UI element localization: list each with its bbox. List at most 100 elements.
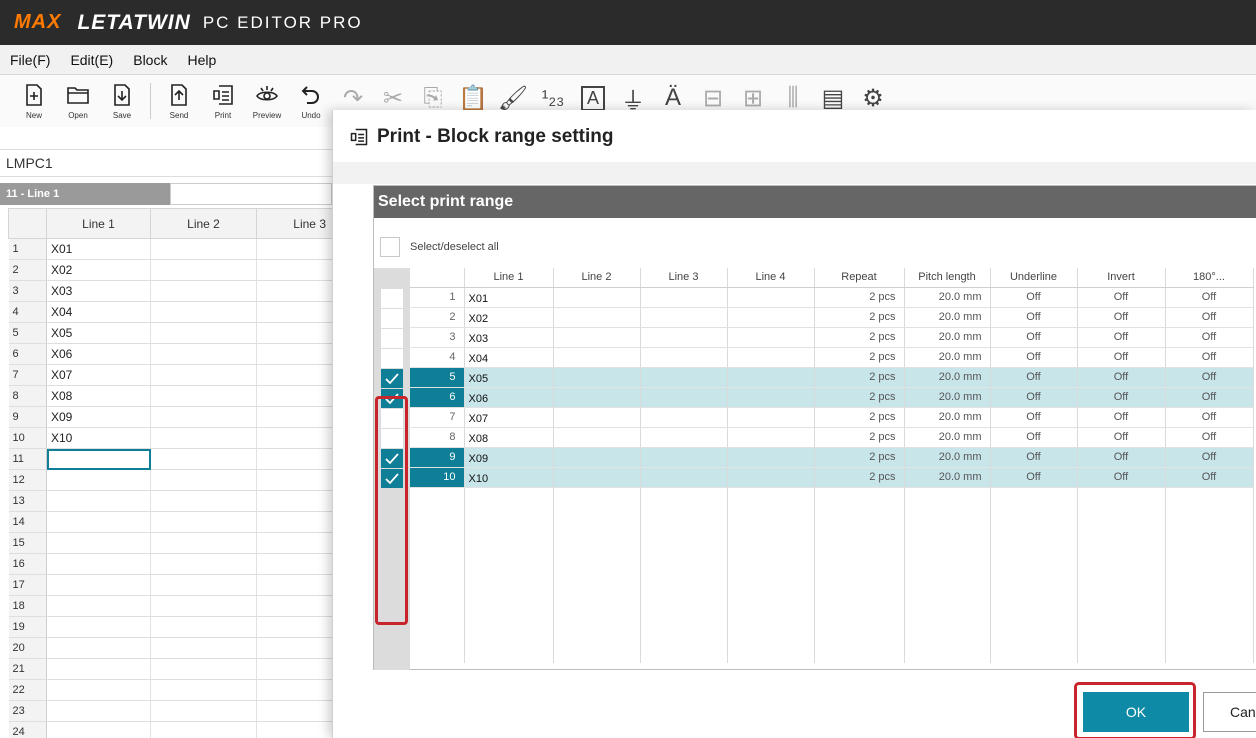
- block-icon[interactable]: ▤: [813, 83, 853, 113]
- editor-cell[interactable]: [256, 427, 333, 449]
- editor-cell[interactable]: X03: [46, 280, 151, 302]
- ok-button[interactable]: OK: [1083, 692, 1189, 732]
- editor-col-header[interactable]: Line 2: [150, 208, 257, 239]
- editor-cell[interactable]: [256, 700, 333, 722]
- editor-cell[interactable]: [256, 238, 333, 260]
- editor-cell[interactable]: [46, 511, 151, 533]
- editor-cell[interactable]: [256, 616, 333, 638]
- menu-block[interactable]: Block: [133, 52, 167, 68]
- editor-cell[interactable]: [150, 679, 257, 701]
- editor-cell[interactable]: [256, 658, 333, 680]
- editor-cell[interactable]: [150, 427, 257, 449]
- redo-icon[interactable]: ↷: [333, 83, 373, 113]
- range-row[interactable]: 6 X06 2 pcs 20.0 mm Off Off Off: [410, 387, 1254, 408]
- range-row[interactable]: 4 X04 2 pcs 20.0 mm Off Off Off: [410, 347, 1254, 368]
- editor-cell[interactable]: [256, 574, 333, 596]
- column-icon[interactable]: ⫼: [773, 83, 813, 113]
- menu-file[interactable]: File(F): [10, 52, 50, 68]
- editor-cell[interactable]: [150, 364, 257, 386]
- send-button[interactable]: Send: [157, 83, 201, 120]
- editor-cell[interactable]: [150, 553, 257, 575]
- editor-cell[interactable]: [150, 595, 257, 617]
- editor-cell[interactable]: [256, 532, 333, 554]
- editor-cell[interactable]: X05: [46, 322, 151, 344]
- cancel-button[interactable]: Cancel: [1203, 692, 1256, 732]
- text-frame-icon[interactable]: A: [573, 83, 613, 113]
- editor-cell[interactable]: [256, 595, 333, 617]
- print-button[interactable]: Print: [201, 83, 245, 120]
- editor-cell[interactable]: [256, 280, 333, 302]
- editor-cell[interactable]: [256, 406, 333, 428]
- editor-cell[interactable]: [46, 595, 151, 617]
- cut-icon[interactable]: ✂: [373, 83, 413, 113]
- editor-cell[interactable]: [46, 553, 151, 575]
- editor-cell[interactable]: X10: [46, 427, 151, 449]
- cell-content-input[interactable]: [170, 183, 332, 205]
- editor-cell[interactable]: [256, 259, 333, 281]
- insert-row-icon[interactable]: ⊟: [693, 83, 733, 113]
- editor-cell[interactable]: [46, 574, 151, 596]
- editor-cell[interactable]: [46, 658, 151, 680]
- editor-cell[interactable]: [46, 616, 151, 638]
- editor-cell[interactable]: [256, 385, 333, 407]
- editor-cell[interactable]: [150, 574, 257, 596]
- paste-icon[interactable]: 📋: [453, 83, 493, 113]
- editor-cell[interactable]: X09: [46, 406, 151, 428]
- preview-button[interactable]: Preview: [245, 83, 289, 120]
- editor-cell[interactable]: [256, 721, 333, 738]
- format-painter-icon[interactable]: 🖌: [493, 83, 533, 113]
- editor-cell[interactable]: [46, 490, 151, 512]
- range-row[interactable]: 9 X09 2 pcs 20.0 mm Off Off Off: [410, 447, 1254, 468]
- editor-cell[interactable]: [46, 637, 151, 659]
- editor-cell[interactable]: [150, 511, 257, 533]
- editor-cell[interactable]: [256, 679, 333, 701]
- undo-button[interactable]: Undo: [289, 83, 333, 120]
- serial-number-icon[interactable]: ¹₂₃: [533, 83, 573, 113]
- editor-col-header[interactable]: Line 3: [256, 208, 333, 239]
- range-row[interactable]: 1 X01 2 pcs 20.0 mm Off Off Off: [410, 287, 1254, 308]
- range-row[interactable]: 3 X03 2 pcs 20.0 mm Off Off Off: [410, 327, 1254, 348]
- editor-cell[interactable]: X02: [46, 259, 151, 281]
- editor-cell[interactable]: X01: [46, 238, 151, 260]
- row-checkbox[interactable]: [381, 309, 403, 328]
- range-row[interactable]: 2 X02 2 pcs 20.0 mm Off Off Off: [410, 307, 1254, 328]
- editor-cell[interactable]: [256, 490, 333, 512]
- editor-cell[interactable]: [256, 511, 333, 533]
- menu-edit[interactable]: Edit(E): [70, 52, 113, 68]
- editor-cell[interactable]: [46, 469, 151, 491]
- range-row[interactable]: 7 X07 2 pcs 20.0 mm Off Off Off: [410, 407, 1254, 428]
- row-checkbox[interactable]: [381, 349, 403, 368]
- editor-cell[interactable]: [150, 259, 257, 281]
- editor-cell[interactable]: [150, 322, 257, 344]
- row-checkbox[interactable]: [381, 329, 403, 348]
- editor-cell[interactable]: [150, 301, 257, 323]
- editor-cell[interactable]: [150, 658, 257, 680]
- editor-cell[interactable]: [256, 301, 333, 323]
- editor-cell[interactable]: X08: [46, 385, 151, 407]
- editor-cell[interactable]: [150, 700, 257, 722]
- settings-gear-icon[interactable]: ⚙: [853, 83, 893, 113]
- table-icon[interactable]: ⊞: [733, 83, 773, 113]
- editor-cell[interactable]: [256, 364, 333, 386]
- editor-cell[interactable]: [46, 448, 151, 470]
- editor-cell[interactable]: [150, 280, 257, 302]
- range-row[interactable]: 8 X08 2 pcs 20.0 mm Off Off Off: [410, 427, 1254, 448]
- editor-cell[interactable]: [46, 700, 151, 722]
- open-button[interactable]: Open: [56, 83, 100, 120]
- editor-cell[interactable]: X06: [46, 343, 151, 365]
- copy-icon[interactable]: ⎘: [413, 83, 453, 113]
- editor-cell[interactable]: [46, 721, 151, 738]
- editor-cell[interactable]: [46, 679, 151, 701]
- select-all-row[interactable]: Select/deselect all: [380, 237, 499, 257]
- editor-cell[interactable]: [150, 469, 257, 491]
- ground-symbol-icon[interactable]: ⏚: [613, 83, 653, 115]
- editor-cell[interactable]: [150, 616, 257, 638]
- editor-cell[interactable]: [256, 553, 333, 575]
- editor-cell[interactable]: [150, 238, 257, 260]
- row-checkbox[interactable]: [381, 369, 403, 388]
- editor-cell[interactable]: [150, 385, 257, 407]
- editor-cell[interactable]: [46, 532, 151, 554]
- editor-cell[interactable]: [256, 469, 333, 491]
- new-button[interactable]: New: [12, 83, 56, 120]
- editor-cell[interactable]: [150, 721, 257, 738]
